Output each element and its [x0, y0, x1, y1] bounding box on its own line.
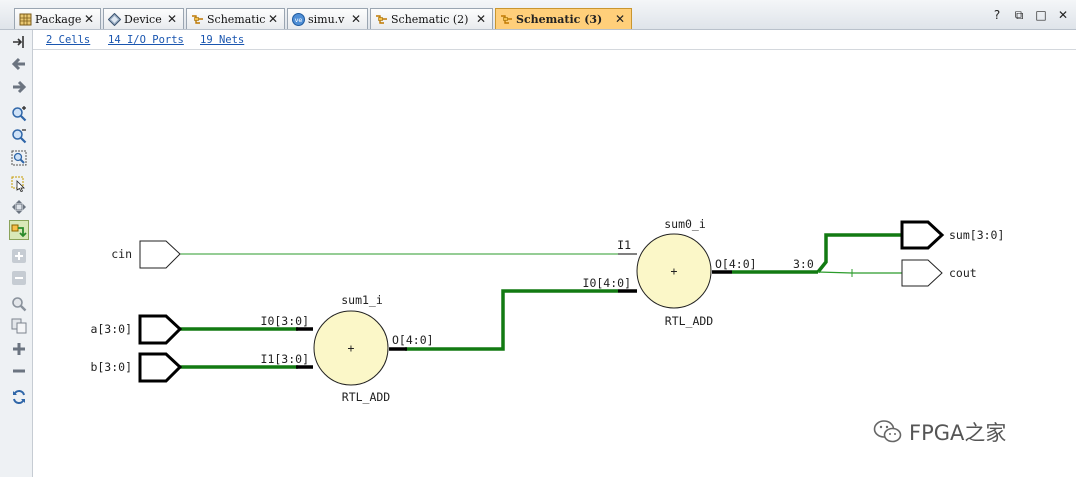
tab-schematic-3[interactable]: Schematic (3) ✕: [495, 8, 632, 29]
cell-type-sum1: RTL_ADD: [342, 390, 391, 404]
bus-sum1-out[interactable]: [405, 289, 618, 351]
cell-type-sum0: RTL_ADD: [665, 314, 714, 328]
restore-icon[interactable]: ⧉: [1012, 8, 1026, 23]
dock-icon[interactable]: [9, 32, 29, 52]
close-icon[interactable]: ✕: [165, 12, 179, 26]
cell-name-sum1: sum1_i: [341, 293, 383, 307]
pin-label-sum0-i1: I1: [617, 238, 631, 252]
tab-label: Package: [35, 12, 82, 26]
close-window-icon[interactable]: ✕: [1056, 8, 1070, 22]
bus-slice-label: 3:0: [793, 257, 814, 271]
close-icon[interactable]: ✕: [266, 12, 280, 26]
cell-symbol-sum0: +: [671, 264, 678, 278]
editor-tab-bar: Package ✕ Device ✕ Schematic ✕ ve simu.v…: [0, 0, 1076, 30]
maximize-icon[interactable]: □: [1034, 8, 1048, 22]
netlist-summary-bar: 2 Cells 14 I/O Ports 19 Nets: [33, 30, 1076, 50]
bus-sum[interactable]: [816, 233, 903, 274]
expand-icon[interactable]: [9, 246, 29, 266]
port-label-sum: sum[3:0]: [949, 228, 1004, 242]
net-cout[interactable]: [817, 271, 903, 274]
pin-label-sum1-o: O[4:0]: [392, 333, 434, 347]
output-port-cout[interactable]: [901, 259, 943, 287]
close-icon[interactable]: ✕: [613, 12, 627, 26]
input-port-cin[interactable]: [139, 240, 181, 269]
schematic-toolbar: [0, 30, 33, 477]
close-icon[interactable]: ✕: [349, 12, 363, 26]
input-port-b[interactable]: [138, 352, 183, 383]
port-label-a: a[3:0]: [90, 322, 132, 336]
tab-label: Schematic (3): [516, 12, 603, 26]
remove-icon[interactable]: [9, 361, 29, 381]
package-icon: [19, 13, 32, 25]
tab-label: Device: [124, 12, 162, 26]
schematic-diagram: cin a[3:0] b[3:0] sum[3:0] cout sum1_i R…: [90, 217, 1004, 404]
cells-link[interactable]: 2 Cells: [46, 34, 90, 46]
schematic-canvas[interactable]: cin a[3:0] b[3:0] sum[3:0] cout sum1_i R…: [33, 51, 1076, 477]
copy-icon[interactable]: [9, 316, 29, 336]
tab-package[interactable]: Package ✕: [14, 8, 101, 29]
tab-schematic[interactable]: Schematic ✕: [186, 8, 285, 29]
tab-label: Schematic: [207, 12, 266, 26]
pin-label-sum0-o: O[4:0]: [715, 257, 757, 271]
pin-label-sum1-i0: I0[3:0]: [261, 314, 309, 328]
forward-arrow-icon[interactable]: [9, 77, 29, 97]
zoom-fit-icon[interactable]: [9, 148, 29, 168]
schematic-icon: [192, 14, 203, 24]
port-label-cout: cout: [949, 266, 977, 280]
pin-label-sum1-i1: I1[3:0]: [261, 352, 309, 366]
schematic-icon: [501, 14, 512, 24]
search-icon[interactable]: [9, 294, 29, 314]
output-port-sum[interactable]: [900, 220, 945, 250]
auto-route-icon[interactable]: [9, 220, 29, 240]
collapse-icon[interactable]: [9, 268, 29, 288]
port-label-b: b[3:0]: [90, 360, 132, 374]
add-icon[interactable]: [9, 339, 29, 359]
pin-label-sum0-i0: I0[4:0]: [583, 276, 631, 290]
back-arrow-icon[interactable]: [9, 54, 29, 74]
tab-label: Schematic (2): [391, 12, 469, 26]
tab-schematic-2[interactable]: Schematic (2) ✕: [370, 8, 493, 29]
port-label-cin: cin: [111, 247, 132, 261]
schematic-icon: [376, 14, 387, 24]
close-icon[interactable]: ✕: [82, 12, 96, 26]
help-icon[interactable]: ?: [990, 8, 1004, 22]
tab-device[interactable]: Device ✕: [103, 8, 184, 29]
svg-text:ve: ve: [295, 16, 303, 24]
tab-label: simu.v: [308, 12, 345, 26]
input-port-a[interactable]: [138, 314, 183, 345]
device-icon: [108, 12, 121, 26]
close-icon[interactable]: ✕: [474, 12, 488, 26]
zoom-out-icon[interactable]: [9, 126, 29, 146]
cell-symbol-sum1: +: [348, 341, 355, 355]
watermark: FPGA之家: [873, 417, 1006, 447]
move-icon[interactable]: [9, 197, 29, 217]
zoom-in-icon[interactable]: [9, 104, 29, 124]
io-ports-link[interactable]: 14 I/O Ports: [108, 34, 184, 46]
refresh-icon[interactable]: [9, 387, 29, 407]
select-area-icon[interactable]: [9, 174, 29, 194]
tab-simu-v[interactable]: ve simu.v ✕: [287, 8, 368, 29]
verilog-file-icon: ve: [292, 12, 305, 26]
cell-name-sum0: sum0_i: [664, 217, 706, 231]
wechat-icon: [873, 420, 902, 443]
nets-link[interactable]: 19 Nets: [200, 34, 244, 46]
watermark-text: FPGA之家: [909, 421, 1007, 445]
